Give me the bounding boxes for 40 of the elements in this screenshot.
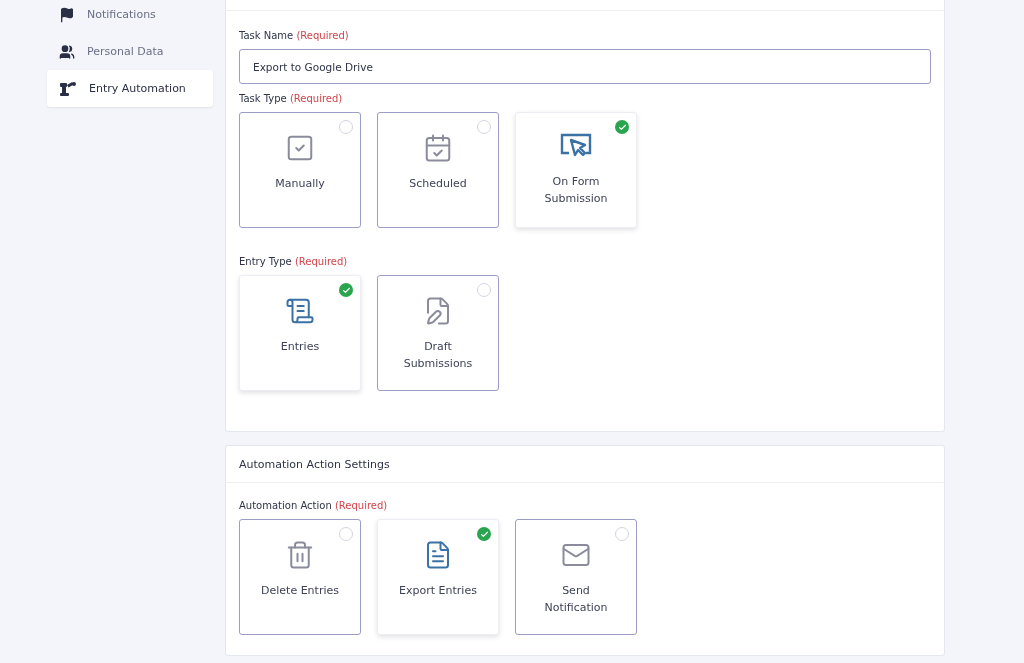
check-icon: [615, 120, 629, 134]
radio-circle: [339, 120, 353, 134]
sidebar-item[interactable]: Notifications: [47, 0, 213, 33]
option-label: On Form Submission: [543, 174, 609, 207]
flag-icon: [59, 6, 75, 23]
option-card[interactable]: Manually: [239, 112, 361, 228]
field-label: Task Type (Required): [239, 93, 344, 104]
task-name-field[interactable]: Export to Google Drive: [239, 49, 931, 84]
sidebar-item[interactable]: Entry Automation: [47, 70, 213, 107]
trash-icon: [285, 540, 315, 570]
users-icon: [59, 43, 75, 60]
option-label: Manually: [274, 176, 326, 192]
option-card[interactable]: Scheduled: [377, 112, 499, 228]
field-label: Entry Type (Required): [239, 256, 349, 267]
radio-circle: [615, 527, 629, 541]
field-label: Automation Action (Required): [239, 500, 389, 511]
sidebar-item[interactable]: Personal Data: [47, 33, 213, 70]
option-label: Draft Submissions: [402, 339, 474, 372]
option-card[interactable]: Send Notification: [515, 519, 637, 635]
radio-circle: [477, 120, 491, 134]
robot-arm-icon: [59, 80, 77, 97]
option-label: Scheduled: [408, 176, 468, 192]
option-label: Send Notification: [543, 583, 609, 616]
checkbox-icon: [285, 133, 315, 163]
panel-title: Automation Action Settings: [239, 457, 390, 471]
option-label: Export Entries: [398, 583, 478, 599]
option-card[interactable]: Draft Submissions: [377, 275, 499, 391]
option-card[interactable]: Entries: [239, 275, 361, 391]
option-label: Delete Entries: [260, 583, 340, 599]
calendar-check-icon: [423, 133, 453, 163]
scroll-icon: [285, 296, 315, 326]
field-label: Task Name (Required): [239, 30, 350, 41]
option-card[interactable]: On Form Submission: [515, 112, 637, 228]
option-card[interactable]: Delete Entries: [239, 519, 361, 635]
radio-circle: [477, 283, 491, 297]
option-card[interactable]: Export Entries: [377, 519, 499, 635]
check-icon: [339, 283, 353, 297]
radio-circle: [339, 527, 353, 541]
option-label: Entries: [279, 339, 321, 355]
check-icon: [477, 527, 491, 541]
